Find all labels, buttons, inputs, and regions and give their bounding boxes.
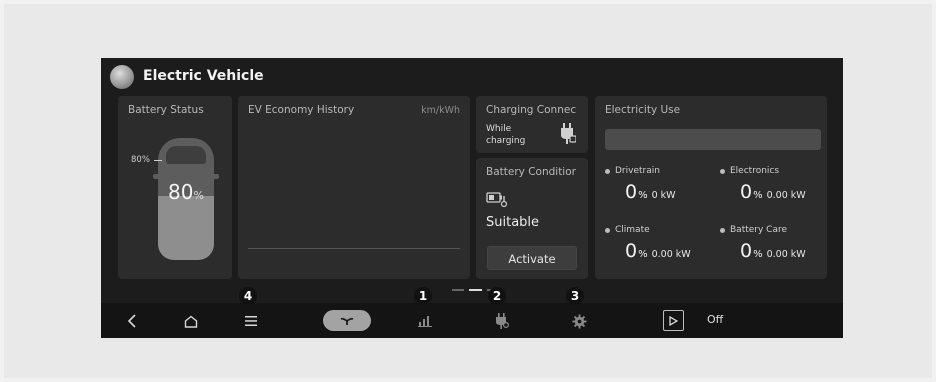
charging-status-text: While charging <box>486 123 546 147</box>
category-name: Climate <box>615 225 650 235</box>
category-percent: 0 <box>625 181 638 203</box>
callout-1: 1 <box>414 287 432 305</box>
battery-condition-value: Suitable <box>486 215 540 230</box>
legend-dot <box>720 228 725 233</box>
play-box <box>663 310 684 331</box>
category-name: Electronics <box>730 166 780 176</box>
battery-level-fill <box>158 196 214 260</box>
menu-icon <box>245 316 257 326</box>
battery-thermometer-icon <box>486 192 508 208</box>
category-value: 0% 0.00 kW <box>740 181 806 203</box>
charging-plug-lock-icon <box>561 123 576 144</box>
menu-button[interactable] <box>240 310 262 332</box>
legend-dot <box>720 169 725 174</box>
settings-button[interactable] <box>568 310 590 332</box>
category-power: 0.00 kW <box>766 190 806 201</box>
callout-2: 2 <box>488 287 506 305</box>
callout-3: 3 <box>566 287 584 305</box>
electricity-use-bar <box>605 129 821 150</box>
home-icon <box>184 315 198 328</box>
app-logo-icon <box>110 65 134 89</box>
battery-status-panel[interactable]: Battery Status 80% 80% <box>118 96 232 279</box>
media-play-button[interactable] <box>663 310 684 331</box>
category-name: Drivetrain <box>615 166 660 176</box>
category-percent-unit: % <box>638 190 648 201</box>
economy-chart-baseline <box>248 248 460 249</box>
page-dot-1 <box>452 289 464 291</box>
category-power: 0.00 kW <box>651 249 691 260</box>
electricity-use-title: Electricity Use <box>605 104 681 116</box>
charging-status-line1: While <box>486 124 512 134</box>
charging-connector-panel[interactable]: Charging Connec While charging <box>476 96 588 153</box>
media-off-label: Off <box>707 313 724 326</box>
battery-level-value: 80 <box>168 180 194 204</box>
category-value: 0% 0 kW <box>625 181 676 203</box>
category-percent-unit: % <box>638 249 648 260</box>
ev-mode-button[interactable] <box>323 310 371 331</box>
charging-connector-title: Charging Connec <box>486 104 577 116</box>
play-icon <box>669 315 678 326</box>
app-header: Electric Vehicle <box>101 58 843 94</box>
electricity-use-panel[interactable]: Electricity Use Drivetrain 0% 0 kW Electr… <box>595 96 827 279</box>
category-percent-unit: % <box>753 249 763 260</box>
battery-target-tick <box>154 160 162 161</box>
bar-chart-icon <box>418 316 432 327</box>
category-power: 0.00 kW <box>766 249 806 260</box>
car-windshield <box>166 146 206 164</box>
activate-button[interactable]: Activate <box>487 246 577 270</box>
category-value: 0% 0.00 kW <box>740 240 806 262</box>
page-dot-2-active <box>469 289 482 291</box>
gear-icon <box>571 313 587 329</box>
energy-info-button[interactable] <box>414 310 436 332</box>
legend-dot <box>605 228 610 233</box>
economy-history-title: EV Economy History <box>248 104 355 116</box>
image-frame: Electric Vehicle Battery Status 80% 80% … <box>4 4 932 378</box>
economy-history-panel[interactable]: EV Economy History km/kWh <box>238 96 470 279</box>
battery-level-readout: 80% <box>161 180 211 204</box>
charging-settings-button[interactable] <box>491 310 513 332</box>
category-name: Battery Care <box>730 225 788 235</box>
charging-status-line2: charging <box>486 136 526 146</box>
battery-target-label: 80% <box>131 155 150 165</box>
category-power: 0 kW <box>651 190 676 201</box>
category-value: 0% 0.00 kW <box>625 240 691 262</box>
leaf-icon <box>340 317 354 325</box>
battery-status-title: Battery Status <box>128 104 204 116</box>
battery-condition-panel[interactable]: Battery Conditior Suitable Activate <box>476 158 588 279</box>
back-button[interactable] <box>121 310 143 332</box>
legend-dot <box>605 169 610 174</box>
charging-plug-icon <box>496 313 509 329</box>
home-button[interactable] <box>180 310 202 332</box>
category-percent: 0 <box>740 181 753 203</box>
app-title: Electric Vehicle <box>143 68 264 84</box>
bottom-nav-bar: Off <box>101 303 843 338</box>
battery-level-unit: % <box>193 189 204 202</box>
infotainment-screen: Electric Vehicle Battery Status 80% 80% … <box>101 58 843 338</box>
chevron-left-icon <box>127 314 136 328</box>
category-percent: 0 <box>740 240 753 262</box>
economy-unit: km/kWh <box>421 105 460 116</box>
category-percent-unit: % <box>753 190 763 201</box>
battery-condition-title: Battery Conditior <box>486 166 576 178</box>
callout-4: 4 <box>239 287 257 305</box>
category-percent: 0 <box>625 240 638 262</box>
